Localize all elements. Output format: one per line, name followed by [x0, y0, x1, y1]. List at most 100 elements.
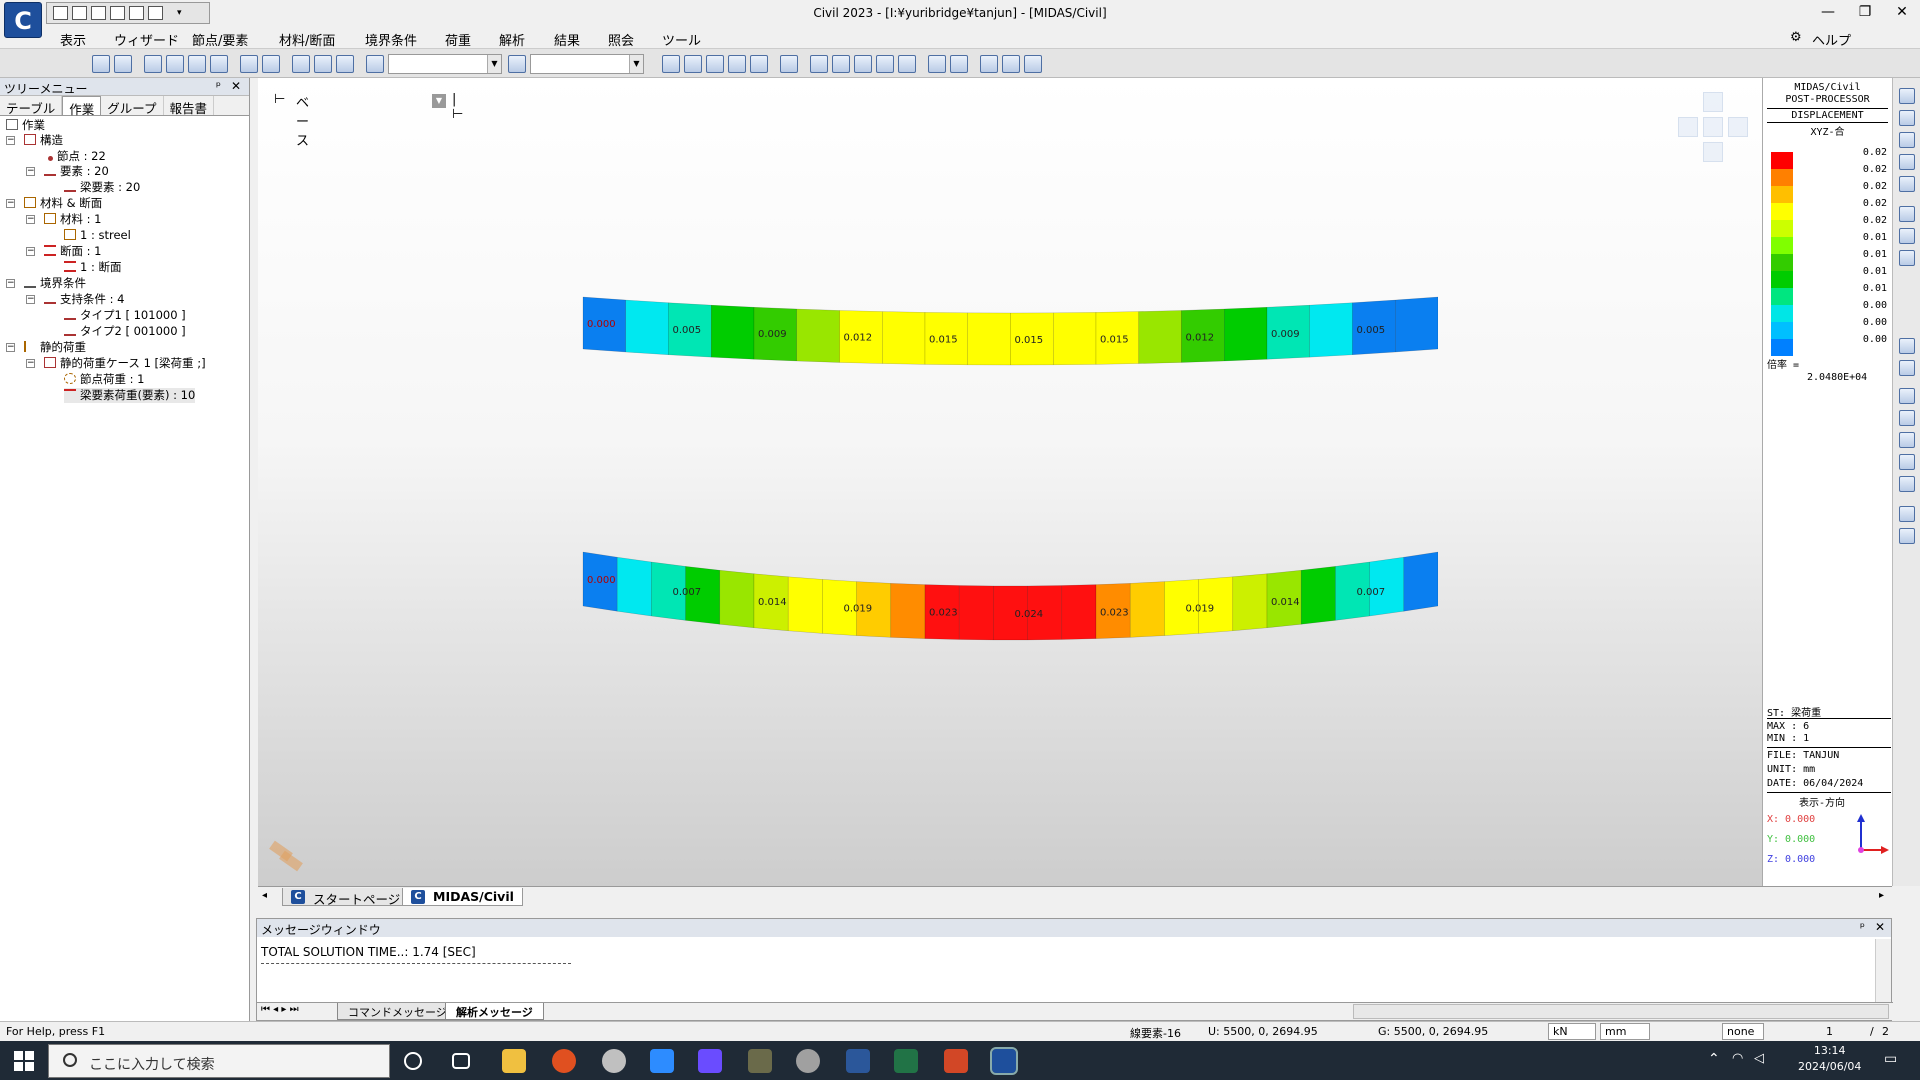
inactivate-icon[interactable] [262, 55, 280, 73]
close-icon[interactable]: ✕ [1875, 920, 1885, 934]
nav-first-icon[interactable]: ⏮ ◂ ▸ ⏭ [261, 1004, 299, 1015]
tray-chevron-icon[interactable]: ⌃ [1708, 1051, 1720, 1067]
hidden-icon[interactable] [854, 55, 872, 73]
menu-help[interactable]: ヘルプ [1812, 30, 1851, 49]
element-number-icon[interactable] [950, 55, 968, 73]
pan-icon[interactable] [1899, 206, 1915, 222]
tree-node-beam-load[interactable]: 梁要素荷重(要素) : 10 [64, 388, 196, 403]
menu-load[interactable]: 荷重 [445, 30, 471, 49]
view-front-icon[interactable] [662, 55, 680, 73]
select-identity-icon[interactable] [210, 55, 228, 73]
view-side-icon[interactable] [706, 55, 724, 73]
select-previous-icon[interactable] [188, 55, 206, 73]
copy-icon[interactable] [1899, 528, 1915, 544]
tree-node-beam-elements[interactable]: 梁要素 : 20 [64, 180, 140, 195]
app-logo[interactable]: C [4, 2, 42, 38]
lock-icon[interactable] [1002, 55, 1020, 73]
view-cube-top[interactable] [1703, 92, 1723, 112]
scroll-right-icon[interactable]: ▸ [1879, 890, 1884, 901]
pin-icon[interactable]: ᵖ [216, 79, 221, 93]
firefox-icon[interactable] [552, 1049, 576, 1073]
tree-node-works[interactable]: 作業 [6, 118, 45, 133]
tree-node-structure[interactable]: 構造 [24, 133, 63, 148]
length-unit-select[interactable]: mm [1600, 1023, 1650, 1040]
view-front-icon[interactable] [1899, 360, 1915, 376]
volume-icon[interactable]: ◁ [1754, 1051, 1764, 1066]
notification-icon[interactable]: ▭ [1884, 1051, 1897, 1067]
close-window-button[interactable]: ✕ [1892, 4, 1912, 20]
restore-button[interactable]: ❐ [1855, 4, 1875, 20]
file-explorer-icon[interactable] [502, 1049, 526, 1073]
collapse-icon[interactable]: − [6, 343, 15, 352]
collapse-icon[interactable]: − [26, 247, 35, 256]
app-icon[interactable] [602, 1049, 626, 1073]
menu-material-section[interactable]: 材料/断面 [279, 30, 335, 49]
close-icon[interactable]: ✕ [231, 79, 241, 93]
tab-report[interactable]: 報告書 [164, 96, 215, 116]
menu-analysis[interactable]: 解析 [499, 30, 525, 49]
view-iso-icon[interactable] [1899, 388, 1915, 404]
rotate-icon[interactable] [1899, 228, 1915, 244]
node-number-icon[interactable] [928, 55, 946, 73]
network-icon[interactable]: ◠ [1732, 1051, 1743, 1066]
cancel-icon[interactable] [336, 55, 354, 73]
view-angle-icon[interactable] [1899, 476, 1915, 492]
tree-node-supports[interactable]: 支持条件 : 4 [44, 292, 125, 307]
tree-node-nodal-load[interactable]: 節点荷重 : 1 [64, 372, 145, 387]
menu-wizard[interactable]: ウィザード [114, 30, 179, 49]
activate-icon[interactable] [240, 55, 258, 73]
taskbar-search-input[interactable]: ここに入力して検索 [48, 1044, 390, 1078]
menu-results[interactable]: 結果 [554, 30, 580, 49]
move-icon[interactable] [1899, 250, 1915, 266]
menu-boundary[interactable]: 境界条件 [365, 30, 417, 49]
select-combo[interactable]: ▼ [388, 54, 502, 74]
shade-icon[interactable] [898, 55, 916, 73]
undo-icon[interactable] [292, 55, 310, 73]
zoom-window-icon[interactable] [1899, 110, 1915, 126]
tree-node-section[interactable]: 断面 : 1 [44, 244, 102, 259]
word-icon[interactable] [846, 1049, 870, 1073]
model-view[interactable]: ⊢ ベース ▼ |⊢ 0.000 0.005 0.009 0.012 0.015 0.01… [258, 78, 1762, 886]
midas-civil-taskbar-icon[interactable] [990, 1047, 1018, 1075]
view-top-icon[interactable] [684, 55, 702, 73]
zoom-in-icon[interactable] [1899, 132, 1915, 148]
view-left-icon[interactable] [1899, 454, 1915, 470]
tree-node-static-loads[interactable]: 静的荷重 [24, 340, 86, 355]
menu-tools[interactable]: ツール [662, 30, 701, 49]
collapse-icon[interactable]: − [6, 199, 15, 208]
tree-node-material-section[interactable]: 材料 & 断面 [24, 196, 102, 211]
collapse-icon[interactable]: − [26, 215, 35, 224]
view-cube-bottom[interactable] [1703, 142, 1723, 162]
minimize-button[interactable]: — [1818, 4, 1838, 20]
zoom-fit-icon[interactable] [810, 55, 828, 73]
collapse-icon[interactable]: − [26, 359, 35, 368]
tree-node-nodes[interactable]: 節点 : 22 [48, 149, 106, 164]
zoom-fit-icon[interactable] [1899, 88, 1915, 104]
tab-start-page[interactable]: C スタートページ [282, 888, 410, 907]
redraw-icon[interactable] [780, 55, 798, 73]
select-single-icon[interactable] [144, 55, 162, 73]
capture-icon[interactable] [1899, 506, 1915, 522]
view-top-icon[interactable] [1899, 410, 1915, 426]
tree-node-type2[interactable]: タイプ2 [ 001000 ] [64, 324, 186, 339]
play-icon[interactable] [728, 55, 746, 73]
filter-icon[interactable] [508, 55, 526, 73]
view-bottom-icon[interactable] [1899, 432, 1915, 448]
view-cube-center[interactable] [1703, 117, 1723, 137]
pin-icon[interactable]: ᵖ [1860, 920, 1865, 934]
collapse-icon[interactable]: − [6, 136, 15, 145]
select-polygon-icon[interactable] [114, 55, 132, 73]
select-all-icon[interactable] [166, 55, 184, 73]
collapse-icon[interactable]: − [26, 295, 35, 304]
windows-start-icon[interactable] [14, 1051, 34, 1071]
tab-midas-civil[interactable]: C MIDAS/Civil [402, 888, 523, 906]
collapse-icon[interactable]: − [6, 279, 15, 288]
tab-works[interactable]: 作業 [62, 96, 102, 117]
menu-query[interactable]: 照会 [608, 30, 634, 49]
model-view-icon[interactable] [980, 55, 998, 73]
tab-analysis-message[interactable]: 解析メッセージ [445, 1003, 544, 1020]
page-total[interactable]: 2 [1882, 1025, 1889, 1038]
menu-view[interactable]: 表示 [60, 30, 86, 49]
page-current[interactable]: 1 [1826, 1025, 1833, 1038]
view-iso-icon[interactable] [750, 55, 768, 73]
